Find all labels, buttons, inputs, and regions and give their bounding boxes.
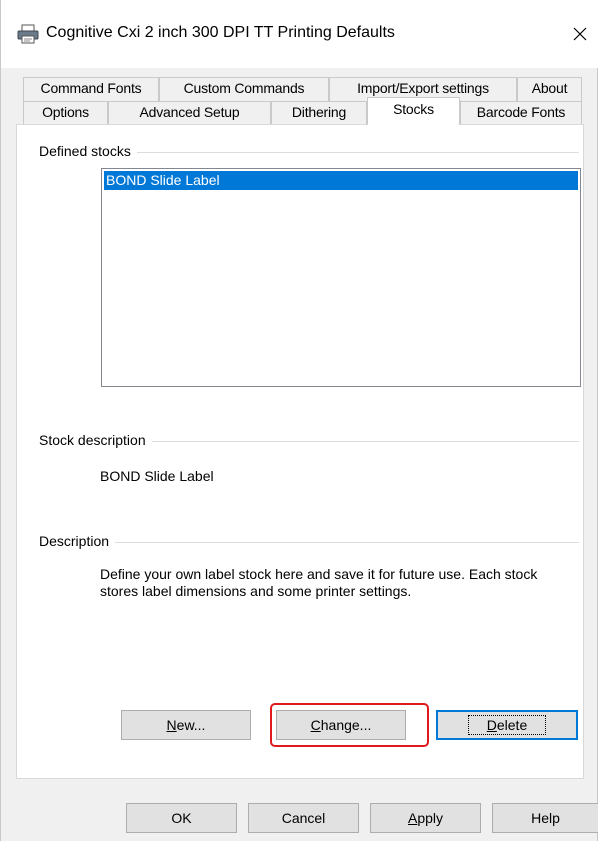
stocks-tab-page: Defined stocks BOND Slide Label Stock de…	[16, 124, 584, 779]
window-title: Cognitive Cxi 2 inch 300 DPI TT Printing…	[46, 24, 395, 41]
list-item[interactable]: BOND Slide Label	[104, 171, 578, 190]
tab-command-fonts[interactable]: Command Fonts	[23, 77, 159, 101]
focus-indicator: Delete	[467, 715, 547, 735]
stock-description-value: BOND Slide Label	[100, 468, 214, 484]
ok-button[interactable]: OK	[126, 803, 237, 833]
close-icon[interactable]	[561, 14, 598, 54]
stock-description-label: Stock description	[39, 432, 152, 448]
printing-defaults-dialog: Cognitive Cxi 2 inch 300 DPI TT Printing…	[0, 0, 598, 841]
printer-icon	[17, 24, 39, 44]
help-button[interactable]: Help	[492, 803, 598, 833]
tab-custom-commands[interactable]: Custom Commands	[159, 77, 329, 101]
tab-dithering[interactable]: Dithering	[271, 101, 367, 125]
change-stock-button[interactable]: Change...	[276, 710, 406, 740]
tab-barcode-fonts[interactable]: Barcode Fonts	[460, 101, 582, 125]
tab-about[interactable]: About	[517, 77, 582, 101]
apply-button[interactable]: Apply	[370, 803, 481, 833]
delete-stock-button[interactable]: Delete	[436, 710, 578, 740]
title-bar: Cognitive Cxi 2 inch 300 DPI TT Printing…	[1, 0, 598, 68]
tab-advanced-setup[interactable]: Advanced Setup	[108, 101, 271, 125]
description-label: Description	[39, 533, 116, 549]
tab-stocks[interactable]: Stocks	[367, 97, 460, 125]
cancel-button[interactable]: Cancel	[248, 803, 359, 833]
new-stock-button[interactable]: New...	[121, 710, 251, 740]
defined-stocks-listbox[interactable]: BOND Slide Label	[101, 168, 581, 387]
tab-options[interactable]: Options	[23, 101, 108, 125]
defined-stocks-label: Defined stocks	[39, 143, 137, 159]
description-divider	[39, 542, 579, 543]
description-text: Define your own label stock here and sav…	[100, 566, 538, 599]
